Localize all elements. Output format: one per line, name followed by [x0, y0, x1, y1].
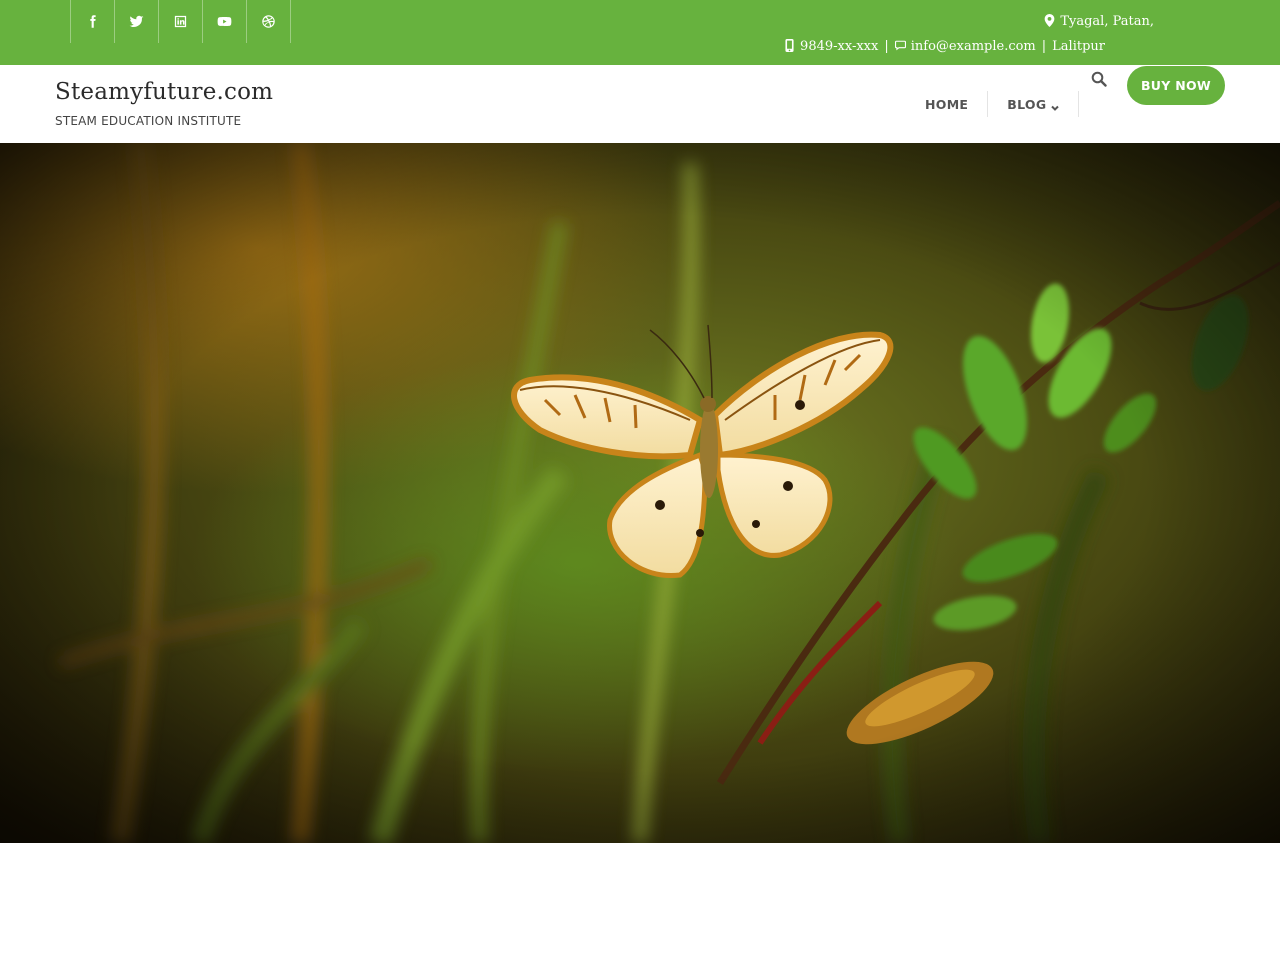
top-bar: Tyagal, Patan, 9849-xx-xxx | info@example.… — [0, 0, 1280, 65]
dribbble-link[interactable] — [247, 0, 291, 43]
contact-line: 9849-xx-xxx | info@example.com | Lalitpur — [740, 35, 1105, 60]
site-tagline: STEAM EDUCATION INSTITUTE — [55, 114, 242, 128]
nav-item-blog[interactable]: BLOG — [988, 91, 1080, 117]
dribbble-icon — [262, 15, 275, 28]
main-nav: HOME BLOG — [906, 91, 1080, 117]
linkedin-icon — [174, 15, 187, 28]
butterfly-on-plant-photo — [0, 143, 1280, 843]
twitter-link[interactable] — [115, 0, 159, 43]
buy-now-button[interactable]: BUY NOW — [1127, 66, 1225, 105]
search-button[interactable] — [1091, 71, 1109, 89]
contact-info: Tyagal, Patan, 9849-xx-xxx | info@example.… — [740, 10, 1160, 60]
facebook-icon — [90, 15, 96, 28]
phone-text[interactable]: 9849-xx-xxx — [800, 39, 878, 54]
address-line: Tyagal, Patan, — [740, 10, 1157, 35]
map-pin-icon — [1044, 12, 1055, 35]
social-links — [70, 0, 291, 43]
separator: | — [1041, 39, 1047, 54]
mobile-phone-icon — [784, 37, 795, 60]
separator: | — [884, 39, 889, 54]
address-text: Tyagal, Patan, — [1060, 14, 1154, 29]
facebook-link[interactable] — [71, 0, 115, 43]
site-title[interactable]: Steamyfuture.com — [55, 79, 273, 105]
hero-banner — [0, 143, 1280, 843]
youtube-icon — [217, 16, 232, 27]
linkedin-link[interactable] — [159, 0, 203, 43]
nav-item-home[interactable]: HOME — [906, 91, 989, 117]
twitter-icon — [129, 15, 144, 27]
nav-item-label: BLOG — [1007, 96, 1047, 112]
city-text: Lalitpur — [1052, 39, 1105, 54]
comment-icon — [894, 37, 906, 60]
youtube-link[interactable] — [203, 0, 247, 43]
chevron-down-icon — [1051, 100, 1060, 111]
site-header: Steamyfuture.com STEAM EDUCATION INSTITU… — [0, 65, 1280, 143]
email-text[interactable]: info@example.com — [911, 39, 1036, 54]
nav-item-label: HOME — [925, 96, 969, 112]
search-icon — [1091, 71, 1107, 87]
